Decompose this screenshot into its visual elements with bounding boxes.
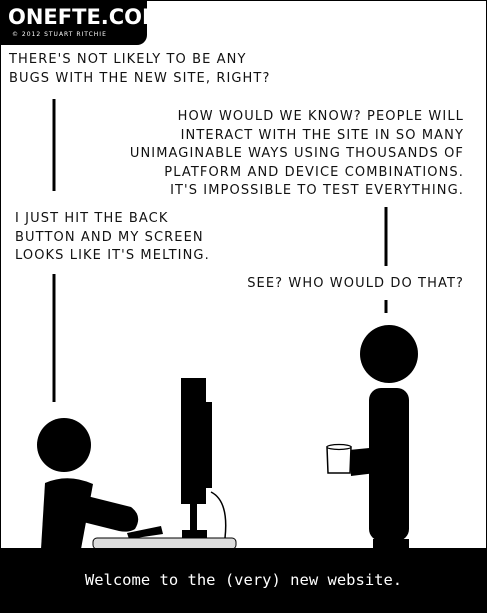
- monitor-stand: [190, 504, 197, 532]
- seated-person-head: [37, 418, 91, 472]
- monitor-back: [206, 402, 212, 488]
- caption-text: Welcome to the (very) new website.: [84, 571, 403, 589]
- monitor-cable: [210, 491, 227, 539]
- standing-person-head: [360, 325, 418, 383]
- standing-person-arm: [349, 446, 392, 476]
- comic-panel: ONEFTE.COM © 2012 STUART RITCHIE There's…: [0, 0, 487, 613]
- standing-person: [349, 325, 418, 548]
- standing-person-legs: [373, 539, 409, 548]
- comic-artwork: [37, 99, 418, 550]
- monitor-screen: [181, 378, 206, 504]
- monitor-base: [182, 530, 207, 538]
- computer-monitor: [181, 378, 227, 539]
- coffee-cup: [326, 443, 352, 474]
- seated-person: [37, 418, 139, 549]
